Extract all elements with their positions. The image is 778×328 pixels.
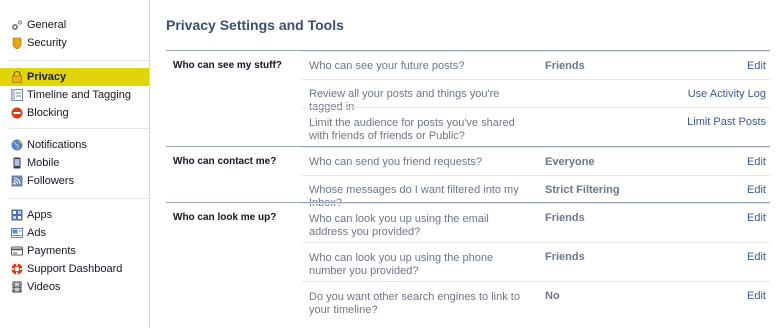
setting-action-link[interactable]: Edit (747, 184, 766, 196)
setting-value: Friends (545, 251, 585, 263)
sidebar-item-payments[interactable]: Payments (0, 242, 149, 260)
privacy-lock-icon (11, 71, 23, 83)
setting-row: Who can look you up using the phone numb… (302, 242, 770, 281)
sidebar-item-label: Security (27, 37, 67, 49)
globe-icon (11, 139, 23, 151)
sidebar-item-label: Blocking (27, 107, 69, 119)
setting-value: Friends (545, 60, 585, 72)
sidebar-item-videos[interactable]: Videos (0, 278, 149, 296)
sidebar-item-security[interactable]: Security (0, 34, 149, 52)
gears-icon (11, 19, 23, 31)
setting-value: Friends (545, 212, 585, 224)
setting-question: Who can look you up using the phone numb… (309, 252, 494, 277)
sidebar-group: Privacy Timeline and Tagging Blocking (0, 68, 149, 122)
setting-action-link[interactable]: Edit (747, 290, 766, 302)
section-label: Who can see my stuff? (173, 60, 282, 71)
timeline-icon (11, 89, 23, 101)
sidebar-item-privacy[interactable]: Privacy (0, 68, 149, 86)
setting-value: Strict Filtering (545, 184, 620, 196)
setting-row: Whose messages do I want filtered into m… (302, 175, 770, 209)
sidebar-item-label: Videos (27, 281, 61, 293)
setting-action-link[interactable]: Edit (747, 156, 766, 168)
blocking-icon (11, 107, 23, 119)
setting-question: Who can look you up using the email addr… (309, 213, 489, 238)
sidebar-item-followers[interactable]: Followers (0, 172, 149, 190)
sidebar-item-general[interactable]: General (0, 16, 149, 34)
setting-question: Who can send you friend requests? (309, 156, 483, 168)
sidebar-group: Apps Ads Payments Support Dashboard Videos (0, 206, 149, 296)
setting-row: Who can send you friend requests? Everyon… (302, 147, 770, 175)
sidebar-group: General Security (0, 16, 149, 52)
sidebar-item-notifications[interactable]: Notifications (0, 136, 149, 154)
sidebar-item-apps[interactable]: Apps (0, 206, 149, 224)
sidebar-item-label: Privacy (27, 71, 67, 83)
sidebar-item-mobile[interactable]: Mobile (0, 154, 149, 172)
sidebar-item-label: Followers (27, 175, 75, 187)
security-badge-icon (11, 37, 23, 49)
rss-icon (11, 175, 23, 187)
setting-question: Limit the audience for posts you've shar… (309, 117, 515, 142)
section-label: Who can look me up? (173, 212, 277, 223)
setting-row: Limit the audience for posts you've shar… (302, 107, 770, 146)
privacy-settings-table: Who can see my stuff? Who can see your fu… (166, 50, 770, 320)
settings-section: Who can see my stuff? Who can see your fu… (166, 50, 770, 146)
main-content: Privacy Settings and Tools Who can see m… (166, 0, 778, 328)
setting-row: Do you want other search engines to link… (302, 281, 770, 320)
sidebar-item-label: Support Dashboard (27, 263, 123, 275)
settings-sidebar: General Security Privacy Timeline and Taggi… (0, 0, 150, 328)
sidebar-item-label: Notifications (27, 139, 87, 151)
setting-action-link[interactable]: Edit (747, 212, 766, 224)
settings-section: Who can look me up? Who can look you up u… (166, 202, 770, 320)
sidebar-item-label: Timeline and Tagging (27, 89, 131, 101)
setting-question: Who can see your future posts? (309, 60, 465, 72)
apps-icon (11, 209, 23, 221)
film-icon (11, 281, 23, 293)
sidebar-item-label: Ads (27, 227, 46, 239)
ads-icon (11, 227, 23, 239)
setting-row: Who can see your future posts? Friends Edi… (302, 51, 770, 79)
sidebar-item-label: Apps (27, 209, 53, 221)
settings-section: Who can contact me? Who can send you frie… (166, 146, 770, 209)
setting-value: No (545, 290, 560, 302)
setting-action-link[interactable]: Use Activity Log (688, 88, 766, 100)
credit-card-icon (11, 245, 23, 257)
sidebar-group: Notifications Mobile Followers (0, 136, 149, 190)
sidebar-item-timeline-and-tagging[interactable]: Timeline and Tagging (0, 86, 149, 104)
lifebuoy-icon (11, 263, 23, 275)
sidebar-divider (9, 128, 149, 129)
setting-row: Who can look you up using the email addr… (302, 203, 770, 242)
sidebar-item-blocking[interactable]: Blocking (0, 104, 149, 122)
sidebar-item-label: General (27, 19, 67, 31)
setting-row: Review all your posts and things you're … (302, 79, 770, 113)
sidebar-item-support-dashboard[interactable]: Support Dashboard (0, 260, 149, 278)
setting-action-link[interactable]: Edit (747, 251, 766, 263)
sidebar-item-label: Mobile (27, 157, 60, 169)
sidebar-item-label: Payments (27, 245, 76, 257)
sidebar-divider (9, 198, 149, 199)
setting-action-link[interactable]: Edit (747, 60, 766, 72)
setting-question: Do you want other search engines to link… (309, 291, 520, 316)
mobile-phone-icon (11, 157, 23, 169)
section-label: Who can contact me? (173, 156, 277, 167)
page-title: Privacy Settings and Tools (166, 17, 344, 33)
sidebar-divider (9, 60, 149, 61)
setting-action-link[interactable]: Limit Past Posts (687, 116, 766, 128)
setting-value: Everyone (545, 156, 595, 168)
sidebar-item-ads[interactable]: Ads (0, 224, 149, 242)
